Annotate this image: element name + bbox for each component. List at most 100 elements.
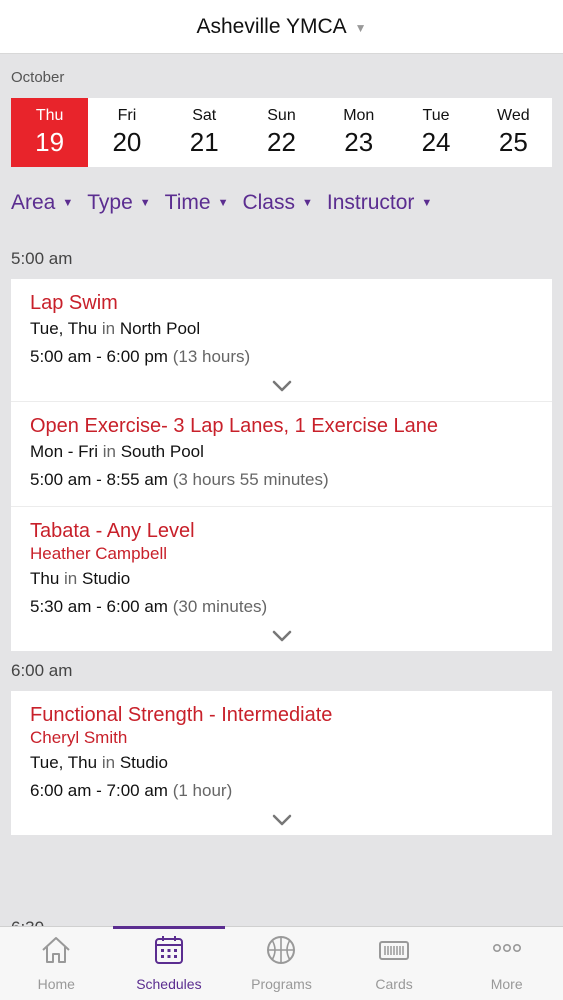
class-location: Studio: [82, 569, 131, 588]
day-number: 22: [267, 127, 296, 157]
caret-down-icon: ▼: [421, 197, 433, 209]
class-card[interactable]: Open Exercise- 3 Lap Lanes, 1 Exercise L…: [11, 402, 552, 507]
location-selector[interactable]: Asheville YMCA ▼: [0, 0, 563, 54]
class-days-location: Tue, Thu in North Pool: [30, 315, 533, 343]
day-sat[interactable]: Sat 21: [166, 98, 243, 167]
class-duration: (13 hours): [172, 347, 251, 366]
day-number: 24: [421, 127, 451, 157]
class-location: North Pool: [119, 319, 201, 338]
home-icon: [39, 933, 73, 972]
tab-home[interactable]: Home: [0, 927, 113, 1000]
caret-down-icon: ▼: [354, 20, 367, 35]
filter-bar: Area ▼ Type ▼ Time ▼ Class ▼ Instructor ▼: [0, 167, 563, 239]
class-card[interactable]: Tabata - Any Level Heather Campbell Thu i…: [11, 507, 552, 651]
class-location: Studio: [119, 753, 169, 772]
in-label: in: [101, 753, 116, 772]
calendar-icon: [152, 933, 186, 972]
tab-label: Home: [37, 976, 75, 992]
filter-label: Time: [164, 191, 211, 214]
in-label: in: [101, 319, 116, 338]
day-name: Sun: [267, 107, 296, 124]
class-time: 6:00 am - 7:00 am (1 hour): [30, 777, 533, 805]
day-thu[interactable]: Thu 19: [11, 98, 89, 167]
class-days: Thu: [30, 569, 60, 588]
in-label: in: [64, 569, 78, 588]
month-label: October: [11, 69, 65, 86]
class-days: Tue, Thu: [30, 753, 98, 772]
filter-instructor[interactable]: Instructor ▼: [327, 191, 432, 215]
instructor-link[interactable]: Heather Campbell: [30, 543, 533, 565]
class-days-location: Mon - Fri in South Pool: [30, 438, 533, 466]
class-name: Open Exercise- 3 Lap Lanes, 1 Exercise L…: [30, 415, 439, 437]
day-name: Fri: [117, 107, 137, 124]
class-location: South Pool: [120, 442, 204, 461]
caret-down-icon: ▼: [217, 197, 229, 209]
day-picker: Thu 19 Fri 20 Sat 21 Sun 22 Mon 23 Tue 24 Wed …: [11, 98, 552, 167]
class-duration: (3 hours 55 minutes): [172, 470, 329, 489]
day-fri[interactable]: Fri 20: [88, 98, 165, 167]
tab-more[interactable]: More: [450, 927, 563, 1000]
class-days: Tue, Thu: [30, 319, 98, 338]
filter-label: Instructor: [326, 191, 415, 214]
class-days-location: Tue, Thu in Studio: [30, 749, 533, 777]
day-name: Sat: [192, 107, 217, 124]
expand-chevron-icon[interactable]: [30, 371, 533, 401]
tab-cards[interactable]: Cards: [338, 927, 451, 1000]
day-number: 25: [498, 127, 528, 157]
class-time-range: 5:00 am - 8:55 am: [30, 470, 168, 489]
time-header: 5:00 am: [11, 249, 73, 268]
tab-label: Programs: [251, 976, 312, 992]
tab-label: Cards: [375, 976, 413, 992]
class-time: 5:30 am - 6:00 am (30 minutes): [30, 593, 533, 621]
filter-label: Type: [87, 191, 133, 214]
day-number: 21: [189, 127, 219, 157]
tab-label: Schedules: [136, 976, 202, 992]
class-name: Lap Swim: [30, 292, 118, 314]
class-group: Functional Strength - Intermediate Cheryl…: [11, 691, 552, 835]
class-time-range: 5:30 am - 6:00 am: [30, 597, 168, 616]
class-days: Mon - Fri: [30, 442, 98, 461]
class-time: 5:00 am - 6:00 pm (13 hours): [30, 343, 533, 371]
class-group: Lap Swim Tue, Thu in North Pool 5:00 am …: [11, 279, 552, 651]
filter-type[interactable]: Type ▼: [87, 191, 150, 215]
class-time-range: 5:00 am - 6:00 pm: [30, 347, 168, 366]
filter-class[interactable]: Class ▼: [242, 191, 312, 215]
class-name: Tabata - Any Level: [30, 520, 195, 542]
caret-down-icon: ▼: [139, 197, 151, 209]
class-days-location: Thu in Studio: [30, 565, 533, 593]
caret-down-icon: ▼: [301, 197, 313, 209]
class-duration: (30 minutes): [172, 597, 268, 616]
class-name: Functional Strength - Intermediate: [30, 704, 333, 726]
location-title: Asheville YMCA: [196, 14, 347, 38]
tab-schedules[interactable]: Schedules: [112, 926, 226, 1000]
class-card[interactable]: Lap Swim Tue, Thu in North Pool 5:00 am …: [11, 279, 552, 402]
more-dots-icon: [490, 933, 524, 972]
class-duration: (1 hour): [172, 781, 233, 800]
expand-chevron-icon[interactable]: [30, 621, 533, 651]
basketball-icon: [264, 933, 298, 972]
class-time: 5:00 am - 8:55 am (3 hours 55 minutes): [30, 466, 533, 494]
class-card[interactable]: Functional Strength - Intermediate Cheryl…: [11, 691, 552, 835]
filter-area[interactable]: Area ▼: [11, 191, 73, 215]
day-number: 23: [344, 127, 374, 157]
filter-label: Class: [242, 191, 295, 214]
tab-bar: Home Schedules Programs Cards More: [0, 926, 563, 1000]
day-number: 20: [112, 127, 142, 157]
filter-label: Area: [11, 191, 56, 214]
day-wed[interactable]: Wed 25: [475, 98, 552, 167]
tab-label: More: [490, 976, 523, 992]
day-number: 19: [35, 127, 65, 157]
instructor-link[interactable]: Cheryl Smith: [30, 727, 533, 749]
day-tue[interactable]: Tue 24: [397, 98, 474, 167]
day-mon[interactable]: Mon 23: [320, 98, 397, 167]
in-label: in: [102, 442, 116, 461]
barcode-card-icon: [377, 933, 411, 972]
tab-programs[interactable]: Programs: [225, 927, 338, 1000]
day-name: Wed: [497, 107, 530, 124]
day-name: Thu: [35, 107, 64, 124]
day-sun[interactable]: Sun 22: [243, 98, 320, 167]
caret-down-icon: ▼: [62, 197, 74, 209]
filter-time[interactable]: Time ▼: [165, 191, 229, 215]
expand-chevron-icon[interactable]: [30, 805, 533, 835]
time-header: 6:00 am: [11, 661, 73, 680]
